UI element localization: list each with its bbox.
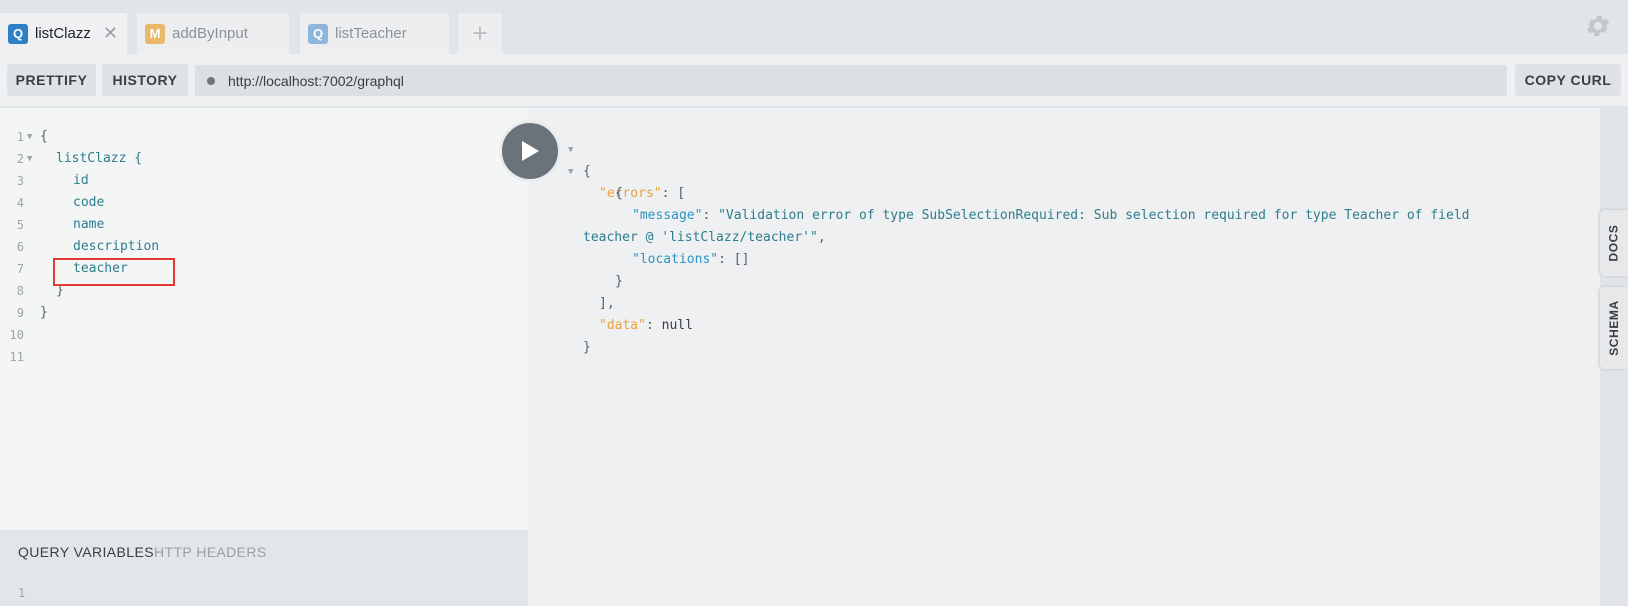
result-line: ▼ { (528, 117, 1600, 179)
gear-icon[interactable] (1584, 12, 1612, 40)
fold-arrow-icon[interactable]: ▼ (27, 148, 32, 170)
code-text: id (73, 173, 89, 188)
status-dot-icon (207, 76, 215, 85)
prettify-button[interactable]: PRETTIFY (7, 64, 96, 96)
add-tab-button[interactable]: + (458, 13, 502, 54)
result-line: "locations": [] (632, 252, 750, 267)
line-number: 5 (16, 218, 24, 232)
result-line: ], (528, 271, 1600, 311)
line-number: 7 (16, 262, 24, 276)
query-badge-icon: Q (308, 23, 328, 44)
tab-query-variables[interactable]: QUERY VARIABLES (18, 544, 154, 560)
code-line: 1 ▼ { (0, 126, 528, 148)
endpoint-url-field[interactable]: http://localhost:7002/graphql (195, 65, 1507, 96)
result-pane: ▼ { ▼ "errors": [ { "message": "Validati… (528, 108, 1600, 606)
code-line: 9 } (0, 302, 528, 324)
tab-listteacher[interactable]: Q listTeacher (300, 13, 449, 54)
code-text: description (73, 239, 160, 254)
code-line: 6 description (0, 236, 528, 258)
query-variables-panel: QUERY VARIABLES HTTP HEADERS 1 (0, 530, 528, 606)
code-line: 5 name (0, 214, 528, 236)
line-number: 4 (16, 196, 24, 210)
tab-addbyinput[interactable]: M addByInput (137, 13, 289, 54)
schema-tab-label: SCHEMA (1607, 300, 1622, 356)
history-button[interactable]: HISTORY (102, 64, 188, 96)
line-number: 1 (18, 586, 26, 600)
code-text: { (40, 129, 48, 144)
code-line: 2 ▼ listClazz { (0, 148, 528, 170)
code-text: code (73, 195, 105, 210)
line-number: 2 (16, 152, 24, 166)
code-line: 10 (0, 324, 528, 346)
line-number: 11 (9, 350, 24, 364)
code-text: name (73, 217, 105, 232)
copy-curl-button[interactable]: COPY CURL (1515, 64, 1621, 96)
line-number: 8 (16, 284, 24, 298)
tab-label: listClazz (35, 25, 91, 42)
result-line: { (528, 161, 1600, 201)
mutation-badge-icon: M (145, 23, 165, 44)
tab-label: addByInput (172, 25, 248, 42)
result-line: teacher @ 'listClazz/teacher'", (583, 230, 826, 245)
result-line: "data": null (599, 318, 693, 333)
line-number: 10 (9, 328, 24, 342)
result-line: } (528, 249, 1600, 289)
code-line: 4 code (0, 192, 528, 214)
play-icon (522, 141, 539, 161)
line-number: 6 (16, 240, 24, 254)
tab-http-headers[interactable]: HTTP HEADERS (154, 544, 267, 560)
query-badge-icon: Q (8, 23, 28, 44)
result-brace: } (583, 340, 591, 355)
toolbar: PRETTIFY HISTORY http://localhost:7002/g… (0, 54, 1628, 106)
close-icon[interactable]: ✕ (103, 23, 118, 44)
code-text: listClazz { (56, 151, 143, 166)
line-number: 9 (16, 306, 24, 320)
docs-tab-label: DOCS (1607, 224, 1622, 262)
schema-tab[interactable]: SCHEMA (1600, 287, 1628, 369)
result-line: } (528, 315, 1600, 355)
result-line: ▼ "errors": [ (528, 139, 1600, 201)
result-line: "message": "Validation error of type Sub… (632, 208, 1470, 223)
query-editor[interactable]: 1 ▼ { 2 ▼ listClazz { 3 id 4 code 5 name… (0, 108, 528, 530)
docs-tab[interactable]: DOCS (1600, 210, 1628, 276)
fold-arrow-icon[interactable]: ▼ (27, 126, 32, 148)
tab-listclazz[interactable]: Q listClazz ✕ (0, 13, 127, 54)
tab-label: listTeacher (335, 25, 407, 42)
code-text: } (40, 305, 48, 320)
tab-bar: Q listClazz ✕ M addByInput Q listTeacher… (0, 0, 1628, 54)
endpoint-url-text: http://localhost:7002/graphql (228, 72, 404, 89)
line-number: 3 (16, 174, 24, 188)
line-number: 1 (16, 130, 24, 144)
code-line: 11 (0, 346, 528, 368)
code-line: 3 id (0, 170, 528, 192)
highlight-box (53, 258, 175, 286)
plus-icon: + (472, 18, 488, 48)
execute-query-button[interactable] (499, 120, 561, 182)
